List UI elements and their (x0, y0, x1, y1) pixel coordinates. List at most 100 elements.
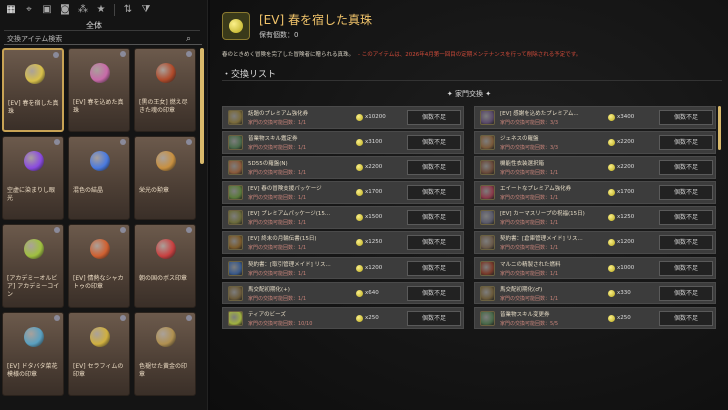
reward-item-icon (228, 160, 243, 176)
item-card[interactable]: [黒の王女] 燃え尽きた魂の印章 (134, 48, 196, 132)
search-bar: ⌕ (4, 33, 202, 45)
search-input[interactable] (4, 34, 186, 43)
right-scrollbar[interactable] (718, 106, 721, 150)
item-icon (90, 151, 110, 171)
item-card[interactable]: 空虚に染まりし眼光 (2, 136, 64, 220)
exchange-button[interactable]: 個数不足 (407, 210, 461, 226)
item-icon (156, 151, 176, 171)
item-card[interactable]: 朝の国のボス印章 (134, 224, 196, 308)
item-card-label: 空虚に染まりし眼光 (7, 187, 56, 202)
reward-name: マルニの精製された燃料 (500, 261, 561, 268)
item-card[interactable]: 栄光の勲章 (134, 136, 196, 220)
reward-item-icon (480, 185, 495, 201)
grid-icon[interactable]: ▦ (4, 3, 18, 17)
filter-icon[interactable]: ⧩ (139, 3, 153, 17)
reward-item-icon (228, 210, 243, 226)
reward-name: [EV] 終末の月輪伝書(15日) (248, 236, 317, 243)
exchange-button[interactable]: 個数不足 (659, 110, 713, 125)
camera-icon[interactable]: ◙ (58, 3, 72, 17)
exchange-button[interactable]: 個数不足 (407, 135, 461, 151)
favorite-icon[interactable] (186, 315, 192, 321)
exchange-button[interactable]: 個数不足 (659, 160, 713, 176)
favorite-icon[interactable] (120, 139, 126, 145)
item-card[interactable]: [EV] 春を宿した真珠 (2, 48, 64, 132)
exchange-row: ジェネスの羅盤 家門の交換可能回数：3/3 x2200 個数不足 (474, 131, 716, 154)
item-icon (90, 63, 110, 83)
favorite-icon[interactable] (54, 139, 60, 145)
exchange-cost: x330 (617, 289, 631, 296)
toolbar-divider (114, 4, 115, 16)
exchange-button[interactable]: 個数不足 (659, 285, 713, 301)
item-card[interactable]: [アカデミーオルビア] アカデミーコイン (2, 224, 64, 308)
sort-icon[interactable]: ⇅ (121, 3, 135, 17)
exchange-limit: 家門の交換可能回数：1/1 (248, 145, 307, 152)
exchange-row: 話題のプレミアム強化券 家門の交換可能回数：1/1 x10200 個数不足 (222, 106, 464, 129)
exchange-row: 契約書：[倉庫管理メイド] リス... 家門の交換可能回数：1/1 x1200 個数不… (474, 231, 716, 254)
exchange-button[interactable]: 個数不足 (407, 310, 461, 326)
exchange-limit: 家門の交換可能回数：10/10 (248, 320, 313, 327)
item-card-label: [EV] 春を込めた真珠 (73, 99, 124, 114)
pearl-coin-icon (356, 164, 363, 172)
pearl-coin-icon (356, 114, 363, 121)
exchange-limit: 家門の交換可能回数：1/1 (248, 170, 307, 177)
item-card-label: [アカデミーオルビア] アカデミーコイン (7, 275, 60, 298)
exchange-button[interactable]: 個数不足 (407, 235, 461, 251)
reward-name: 契約書：[取引管理メイド] リス... (248, 261, 331, 268)
left-scrollbar[interactable] (200, 48, 204, 164)
item-card[interactable]: [EV] 情熱なシャカトゥの印章 (68, 224, 130, 308)
favorite-icon[interactable] (54, 227, 60, 233)
item-card-label: 朝の国のボス印章 (139, 275, 188, 282)
exchange-cost: x1200 (365, 264, 383, 271)
favorite-icon[interactable] (186, 51, 192, 57)
owned-count: 保有個数：0 (259, 31, 299, 39)
exchange-button[interactable]: 個数不足 (659, 135, 713, 151)
exchange-cost: x1250 (617, 214, 635, 221)
item-card[interactable]: 混色の結晶 (68, 136, 130, 220)
location-icon[interactable]: ⌖ (22, 3, 36, 17)
favorite-icon[interactable] (120, 51, 126, 57)
favorite-icon[interactable] (120, 227, 126, 233)
item-card[interactable]: 色褪せた黄金の印章 (134, 312, 196, 396)
exchange-limit: 家門の交換可能回数：1/1 (248, 295, 307, 302)
item-card[interactable]: [EV] ドタバタ菜花模様の印章 (2, 312, 64, 396)
item-card-label: [EV] 情熱なシャカトゥの印章 (73, 275, 124, 290)
reward-name: [EV] 春の冒険支援パッケージ (248, 186, 322, 193)
favorite-icon[interactable] (53, 52, 59, 58)
exchange-button[interactable]: 個数不足 (659, 235, 713, 251)
exchange-button[interactable]: 個数不足 (407, 285, 461, 301)
search-icon[interactable]: ⌕ (186, 34, 191, 44)
reward-name: 馬交配初期化(+) (248, 286, 290, 293)
exchange-list-title: ・交換リスト (222, 70, 277, 80)
favorite-icon[interactable] (186, 227, 192, 233)
network-icon[interactable]: ⁂ (76, 3, 90, 17)
bag-icon[interactable]: ▣ (40, 3, 54, 17)
reward-item-icon (228, 135, 243, 151)
reward-item-icon (480, 160, 495, 176)
exchange-button[interactable]: 個数不足 (407, 160, 461, 176)
exchange-button[interactable]: 個数不足 (407, 110, 461, 125)
exchange-button[interactable]: 個数不足 (407, 260, 461, 276)
exchange-cost: x1700 (365, 189, 383, 196)
item-card-label: 栄光の勲章 (139, 187, 170, 194)
exchange-button[interactable]: 個数不足 (659, 210, 713, 226)
exchange-row: [EV] 春の冒険支援パッケージ 家門の交換可能回数：1/1 x1700 個数不足 (222, 181, 464, 204)
reward-item-icon (228, 310, 243, 326)
star-icon[interactable]: ★ (94, 3, 108, 17)
reward-item-icon (480, 260, 495, 276)
exchange-button[interactable]: 個数不足 (659, 185, 713, 201)
favorite-icon[interactable] (186, 139, 192, 145)
item-card[interactable]: [EV] セラフィムの印章 (68, 312, 130, 396)
reward-name: [EV] 感謝を込めたプレミアム... (500, 111, 579, 117)
exchange-button[interactable]: 個数不足 (659, 310, 713, 326)
favorite-icon[interactable] (54, 315, 60, 321)
exchange-cost: x1250 (365, 239, 383, 246)
favorite-icon[interactable] (120, 315, 126, 321)
pearl-coin-icon (608, 139, 615, 147)
divider (222, 80, 722, 81)
exchange-cost: x3100 (365, 139, 383, 146)
item-card[interactable]: [EV] 春を込めた真珠 (68, 48, 130, 132)
exchange-button[interactable]: 個数不足 (659, 260, 713, 276)
exchange-button[interactable]: 個数不足 (407, 185, 461, 201)
item-card-label: [EV] ドタバタ菜花模様の印章 (7, 363, 58, 378)
item-grid: [EV] 春を宿した真珠 [EV] 春を込めた真珠 [黒の王女] 燃え尽きた魂の印章… (2, 48, 198, 396)
